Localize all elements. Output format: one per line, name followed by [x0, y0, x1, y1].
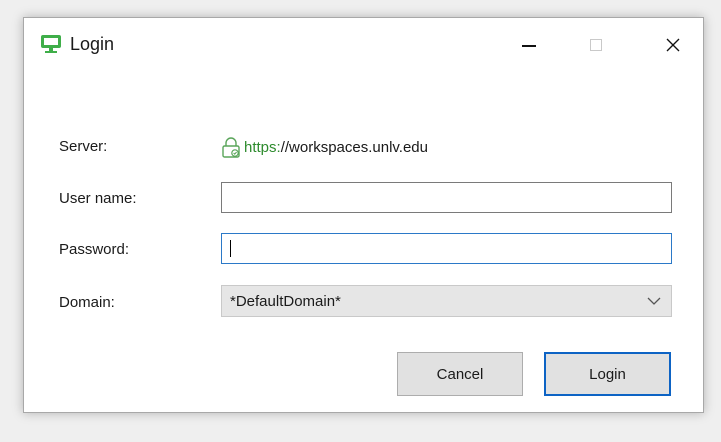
- login-button[interactable]: Login: [544, 352, 671, 396]
- domain-value: *DefaultDomain*: [230, 292, 341, 310]
- maximize-button: [573, 28, 619, 62]
- lock-icon: [222, 137, 240, 158]
- cancel-button[interactable]: Cancel: [397, 352, 523, 396]
- server-url-host: //workspaces.unlv.edu: [280, 138, 428, 156]
- username-input[interactable]: [221, 182, 672, 213]
- chevron-down-icon: [647, 297, 661, 305]
- password-label: Password:: [59, 241, 130, 258]
- domain-label: Domain:: [59, 294, 115, 311]
- minimize-button[interactable]: [506, 28, 552, 62]
- monitor-icon: [41, 35, 61, 53]
- domain-select[interactable]: *DefaultDomain*: [221, 285, 672, 317]
- server-value: https://workspaces.unlv.edu: [221, 136, 428, 158]
- title-bar[interactable]: Login: [24, 18, 703, 74]
- text-caret: [230, 240, 231, 257]
- close-button[interactable]: [650, 28, 696, 62]
- maximize-icon: [590, 39, 602, 51]
- server-label: Server:: [59, 138, 108, 155]
- server-url-scheme: https:: [244, 138, 281, 156]
- server-url: https://workspaces.unlv.edu: [244, 139, 428, 156]
- username-label: User name:: [59, 190, 137, 207]
- password-input[interactable]: [221, 233, 672, 264]
- login-dialog: Login Server: https://workspaces.unlv.ed…: [23, 17, 704, 413]
- close-icon: [666, 38, 680, 52]
- window-title: Login: [70, 34, 115, 54]
- minimize-icon: [522, 45, 536, 47]
